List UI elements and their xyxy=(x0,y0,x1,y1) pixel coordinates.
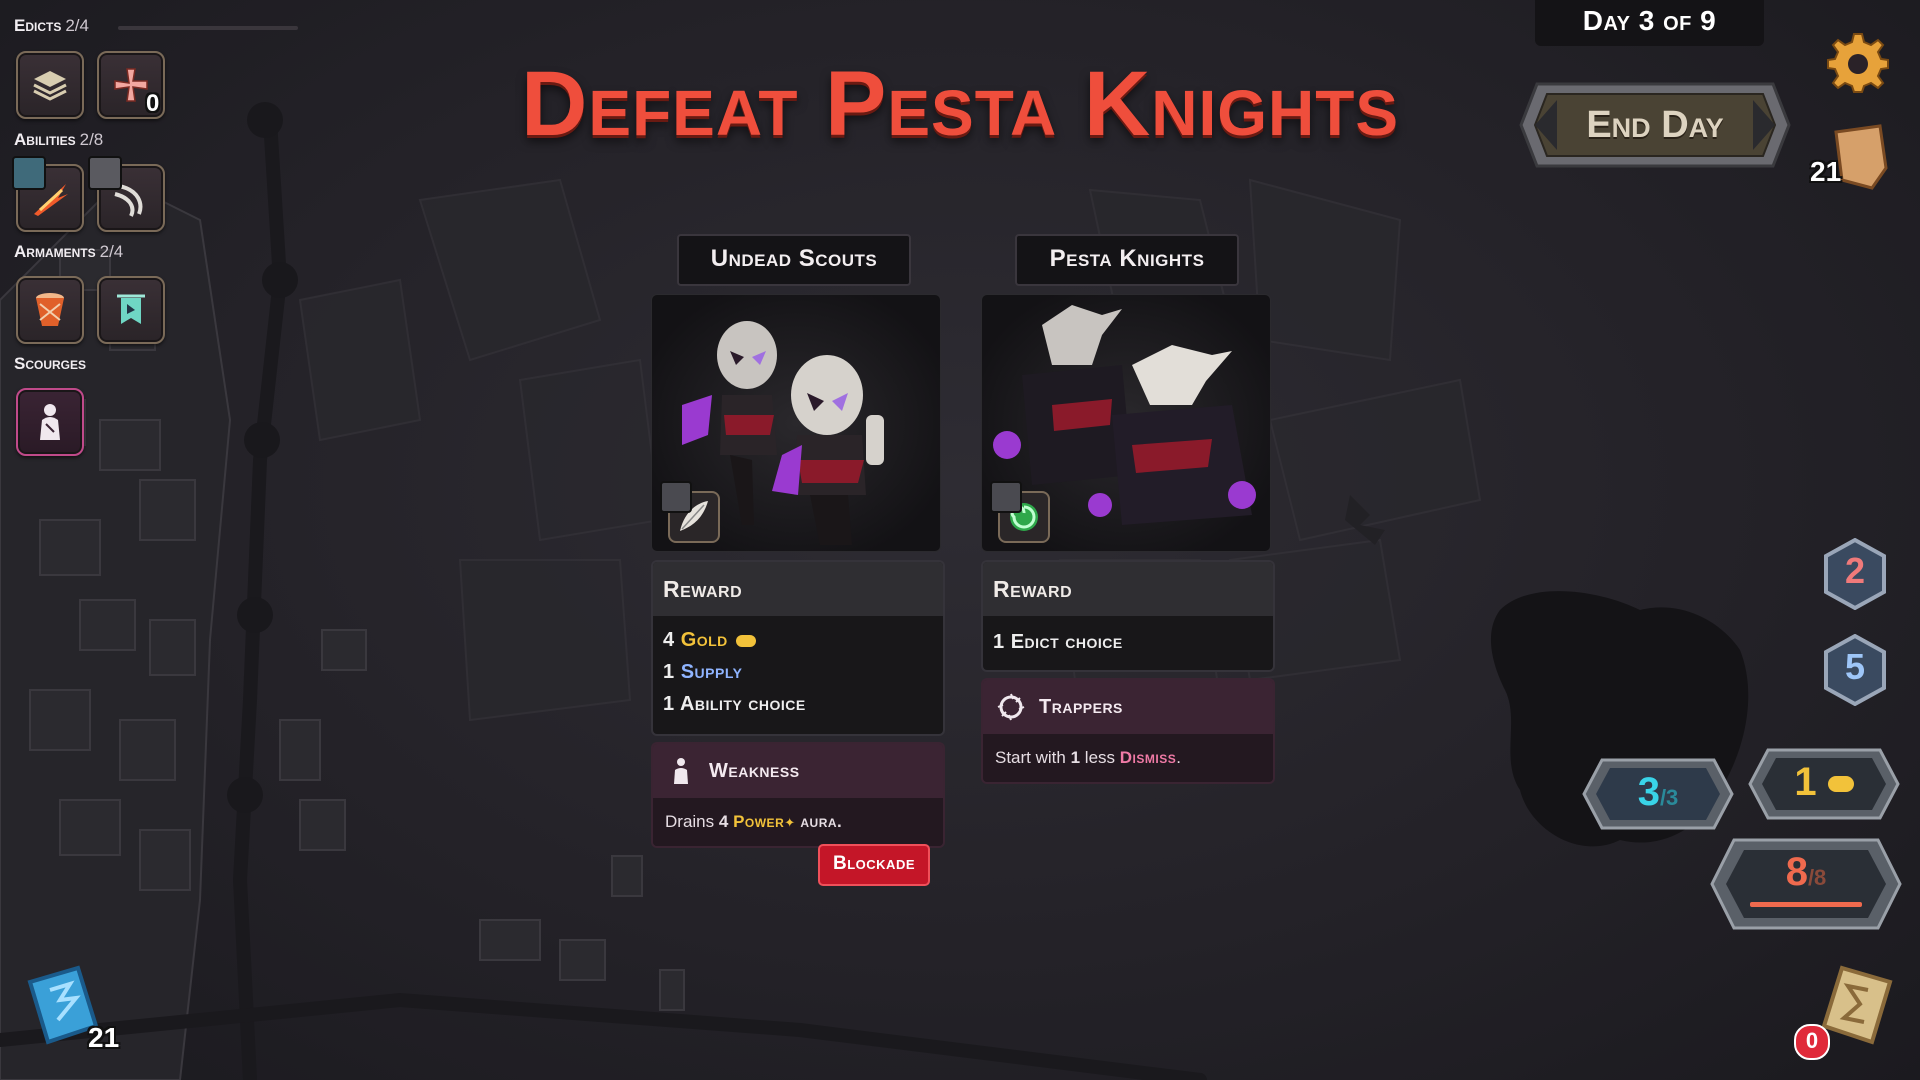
actions-max: /3 xyxy=(1659,785,1679,810)
discard-count-badge: 0 xyxy=(1794,1024,1830,1060)
power-max: /8 xyxy=(1807,865,1827,890)
hex-counter-mid[interactable]: 5 xyxy=(1822,633,1888,711)
power-value: 8 xyxy=(1785,850,1808,894)
thorn-ring-icon xyxy=(997,693,1025,721)
armaments-section-label: Armaments 2/4 xyxy=(14,242,124,261)
enemy-portrait xyxy=(651,294,941,552)
enemy-mini-portrait xyxy=(660,481,692,513)
trappers-trait-box: Trappers Start with 1 less Dismiss. xyxy=(981,678,1275,784)
ability-owner-portrait-1 xyxy=(12,156,46,190)
reward-box: Reward 4 Gold 1 Supply 1 Ability choice xyxy=(651,560,945,736)
enemy-mini-portrait xyxy=(990,481,1022,513)
reward-line-supply: 1 Supply xyxy=(663,661,743,683)
gold-coin-icon xyxy=(735,634,756,647)
end-day-button[interactable]: End Day xyxy=(1517,80,1793,170)
armament-slot-banner[interactable] xyxy=(97,276,165,344)
edicts-progress-track xyxy=(118,26,298,30)
scourges-section-label: Scourges xyxy=(14,354,87,373)
hex-mid-value: 5 xyxy=(1844,646,1866,687)
reward-line-ability: 1 Ability choice xyxy=(663,693,806,715)
hex-counter-top[interactable]: 2 xyxy=(1822,537,1888,615)
drum-icon xyxy=(36,293,64,326)
draw-pile-count: 21 xyxy=(88,1022,120,1053)
ability-owner-portrait-2 xyxy=(88,156,122,190)
actions-value: 3 xyxy=(1637,770,1660,814)
reward-line-gold: 4 Gold xyxy=(653,624,943,656)
trait-name: Trappers xyxy=(1039,696,1123,718)
day-counter: Day 3 of 9 xyxy=(1535,0,1764,46)
hex-top-value: 2 xyxy=(1844,550,1866,591)
trait-name: Weakness xyxy=(709,760,800,782)
supply-deck-count: 21 xyxy=(1810,156,1842,187)
scourge-slot-weakness[interactable] xyxy=(16,388,84,456)
weakness-trait-box: Weakness Drains 4 Power✦ aura. xyxy=(651,742,945,848)
enemy-portrait xyxy=(981,294,1271,552)
gold-value: 1 xyxy=(1794,760,1817,804)
gold-coin-icon xyxy=(1827,776,1854,793)
settings-gear-button[interactable] xyxy=(1826,30,1890,99)
power-sword-icon: ✦ xyxy=(784,815,796,830)
weakness-figure-icon xyxy=(40,404,60,440)
edicts-section-label: Edicts 2/4 xyxy=(14,16,89,35)
gear-icon xyxy=(1827,33,1889,93)
trait-description: Start with 1 less Dismiss. xyxy=(983,734,1273,782)
actions-counter: 3/3 xyxy=(1580,756,1736,837)
enemy-name-tab: Undead Scouts xyxy=(677,234,911,286)
trait-description: Drains 4 Power✦ aura. xyxy=(653,798,943,846)
power-counter: 8/8 xyxy=(1708,836,1904,937)
armament-slot-drum[interactable] xyxy=(16,276,84,344)
reward-box: Reward 1 Edict choice xyxy=(981,560,1275,672)
power-bar-fill xyxy=(1750,902,1862,907)
power-bar-track xyxy=(1750,902,1862,907)
enemy-name-tab: Pesta Knights xyxy=(1015,234,1239,286)
end-day-label: End Day xyxy=(1586,104,1724,146)
reward-line-edict: 1 Edict choice xyxy=(993,631,1123,653)
blockade-tag[interactable]: Blockade xyxy=(818,844,930,886)
weakness-figure-icon xyxy=(674,758,688,784)
gold-counter: 1 xyxy=(1746,746,1902,827)
reward-header: Reward xyxy=(653,562,943,616)
banner-icon xyxy=(117,294,145,324)
reward-header: Reward xyxy=(983,562,1273,616)
